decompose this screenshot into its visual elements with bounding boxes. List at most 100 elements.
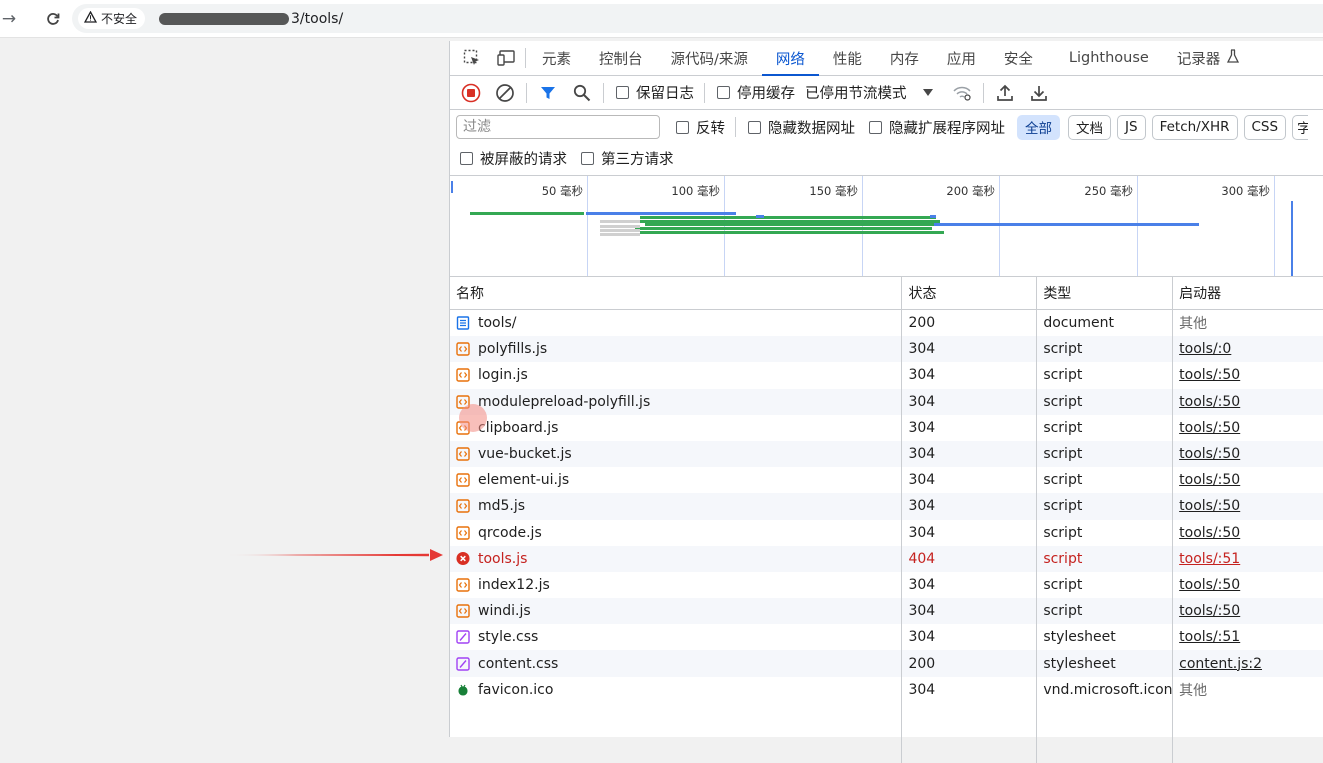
cell-name[interactable]: modulepreload-polyfill.js <box>450 388 903 415</box>
cell-name[interactable]: index12.js <box>450 571 903 599</box>
table-row[interactable]: login.js 304 script tools/:50 <box>450 362 1323 389</box>
cell-name[interactable]: content.css <box>450 650 903 677</box>
initiator-link[interactable]: tools/:50 <box>1179 498 1240 514</box>
initiator-link[interactable]: tools/:50 <box>1179 525 1240 541</box>
request-name: element-ui.js <box>478 472 570 489</box>
address-bar[interactable]: 不安全 3/tools/ <box>72 4 1323 33</box>
record-stop-icon[interactable] <box>454 77 488 109</box>
initiator-link[interactable]: tools/:50 <box>1179 577 1240 593</box>
table-row[interactable]: qrcode.js 304 script tools/:50 <box>450 519 1323 546</box>
blocked-requests-checkbox[interactable]: 被屏蔽的请求 <box>460 148 567 169</box>
initiator-link[interactable]: tools/:50 <box>1179 446 1240 462</box>
hide-data-urls-checkbox[interactable]: 隐藏数据网址 <box>748 117 855 138</box>
header-name[interactable]: 名称 <box>450 277 903 309</box>
tab-7[interactable]: 安全 <box>990 41 1047 75</box>
third-party-checkbox[interactable]: 第三方请求 <box>581 148 674 169</box>
tab-0[interactable]: 元素 <box>528 41 585 75</box>
divider <box>526 82 527 103</box>
reload-icon[interactable] <box>42 8 64 30</box>
table-row[interactable]: tools.js 404 script tools/:51 <box>450 545 1323 572</box>
initiator-link[interactable]: tools/:51 <box>1179 629 1240 645</box>
table-row[interactable]: md5.js 304 script tools/:50 <box>450 493 1323 520</box>
import-har-icon[interactable] <box>988 77 1022 109</box>
table-row[interactable]: content.css 200 stylesheet content.js:2 <box>450 650 1323 677</box>
clear-icon[interactable] <box>488 77 522 109</box>
disable-cache-checkbox[interactable]: 停用缓存 <box>717 82 795 103</box>
checkbox-box[interactable] <box>717 86 730 99</box>
cell-name[interactable]: qrcode.js <box>450 519 903 546</box>
device-toolbar-icon[interactable] <box>489 41 523 75</box>
tab-9[interactable]: 记录器 <box>1163 41 1235 75</box>
tab-2[interactable]: 源代码/来源 <box>657 41 762 75</box>
hide-extension-urls-checkbox[interactable]: 隐藏扩展程序网址 <box>869 117 1005 138</box>
cell-name[interactable]: clipboard.js <box>450 414 903 441</box>
search-icon[interactable] <box>565 77 599 109</box>
overview-handle[interactable] <box>451 181 453 193</box>
cell-name[interactable]: element-ui.js <box>450 467 903 494</box>
initiator-link[interactable]: tools/:50 <box>1179 603 1240 619</box>
table-row[interactable]: polyfills.js 304 script tools/:0 <box>450 336 1323 363</box>
table-row[interactable]: modulepreload-polyfill.js 304 script tools/… <box>450 388 1323 415</box>
header-status[interactable]: 状态 <box>902 277 1038 309</box>
initiator-link[interactable]: tools/:0 <box>1179 341 1231 357</box>
checkbox-box[interactable] <box>460 151 473 165</box>
forward-icon[interactable]: → <box>0 8 20 30</box>
table-row[interactable]: index12.js 304 script tools/:50 <box>450 571 1323 599</box>
tab-3[interactable]: 网络 <box>761 41 819 76</box>
inspect-element-icon[interactable] <box>455 41 489 75</box>
checkbox-box[interactable] <box>869 120 882 134</box>
tab-1[interactable]: 控制台 <box>585 41 657 75</box>
checkbox-box[interactable] <box>616 86 629 99</box>
table-row[interactable]: windi.js 304 script tools/:50 <box>450 598 1323 625</box>
cell-name[interactable]: vue-bucket.js <box>450 440 903 468</box>
checkbox-box[interactable] <box>581 151 594 165</box>
cell-name[interactable]: favicon.ico <box>450 676 903 703</box>
cell-name[interactable]: md5.js <box>450 493 903 520</box>
preserve-log-checkbox[interactable]: 保留日志 <box>616 82 694 103</box>
script-icon <box>456 525 470 540</box>
initiator-link[interactable]: tools/:50 <box>1179 394 1240 410</box>
initiator-link[interactable]: tools/:51 <box>1179 551 1240 567</box>
initiator-link[interactable]: tools/:50 <box>1179 420 1240 436</box>
initiator-link[interactable]: tools/:50 <box>1179 367 1240 383</box>
cell-name[interactable]: style.css <box>450 624 903 651</box>
cell-name[interactable]: windi.js <box>450 598 903 625</box>
cell-name[interactable]: login.js <box>450 362 903 389</box>
cell-name[interactable]: tools/ <box>450 310 903 337</box>
network-conditions-icon[interactable] <box>945 77 979 109</box>
tab-6[interactable]: 应用 <box>933 41 990 75</box>
initiator-link[interactable]: content.js:2 <box>1179 656 1262 672</box>
filter-input[interactable] <box>456 115 660 139</box>
checkbox-box[interactable] <box>676 120 689 134</box>
initiator-link: 其他 <box>1179 682 1208 699</box>
tab-8[interactable]: Lighthouse <box>1055 41 1163 75</box>
tab-5[interactable]: 内存 <box>876 41 933 75</box>
type-filter-4[interactable]: CSS <box>1243 114 1287 140</box>
tab-4[interactable]: 性能 <box>819 41 876 75</box>
cell-name[interactable]: polyfills.js <box>450 336 903 363</box>
type-filter-2[interactable]: JS <box>1117 114 1146 140</box>
blocked-requests-label: 被屏蔽的请求 <box>480 151 567 168</box>
security-chip[interactable]: 不安全 <box>78 8 146 29</box>
table-row[interactable]: tools/200 document 其他 <box>450 310 1323 337</box>
table-row[interactable]: element-ui.js 304 script tools/:50 <box>450 467 1323 494</box>
network-overview-timeline[interactable]: 50 毫秒 100 毫秒 150 毫秒 200 毫秒 250 毫秒 300 毫秒 <box>450 176 1323 277</box>
type-filter-5[interactable]: 字 <box>1292 114 1309 140</box>
checkbox-box[interactable] <box>748 120 761 134</box>
type-filter-0[interactable]: 全部 <box>1017 114 1060 140</box>
throttling-select[interactable]: 已停用节流模式 <box>805 82 933 103</box>
initiator-link[interactable]: tools/:50 <box>1179 472 1240 488</box>
table-row[interactable]: vue-bucket.js 304 script tools/:50 <box>450 440 1323 468</box>
invert-checkbox[interactable]: 反转 <box>676 117 725 138</box>
type-filter-1[interactable]: 文档 <box>1068 114 1111 140</box>
cell-name[interactable]: tools.js <box>450 545 903 572</box>
filter-icon[interactable] <box>531 77 565 109</box>
table-row[interactable]: clipboard.js 304 script tools/:50 <box>450 414 1323 441</box>
cell-type: stylesheet <box>1037 650 1174 677</box>
header-type[interactable]: 类型 <box>1037 277 1174 309</box>
type-filter-3[interactable]: Fetch/XHR <box>1151 114 1238 140</box>
table-row[interactable]: favicon.ico 304 vnd.microsoft.icon 其他 <box>450 676 1323 703</box>
header-initiator[interactable]: 启动器 <box>1173 277 1323 309</box>
table-row[interactable]: style.css 304 stylesheet tools/:51 <box>450 624 1323 651</box>
export-har-icon[interactable] <box>1022 77 1056 109</box>
